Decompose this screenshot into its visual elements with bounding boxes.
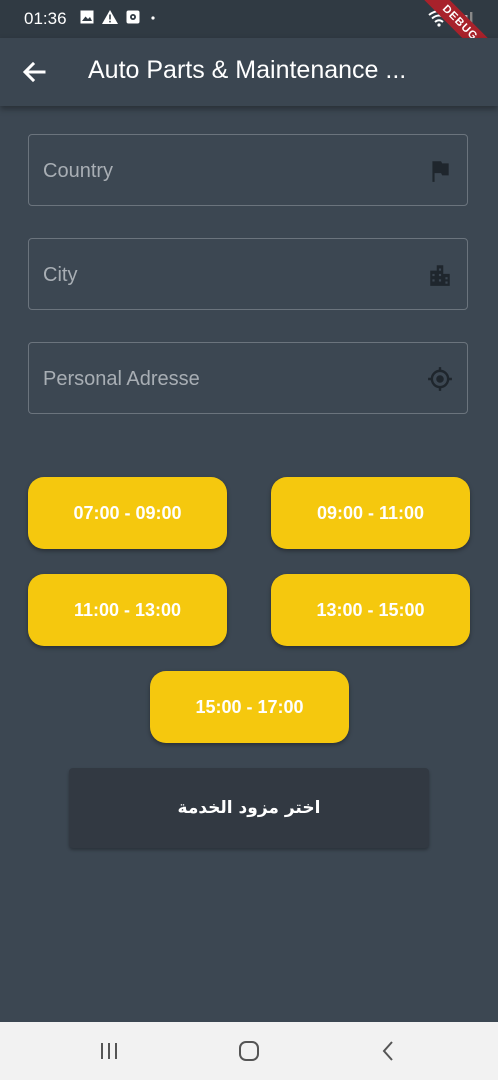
city-field [28, 238, 468, 311]
country-field [28, 134, 468, 207]
time-slot-button[interactable]: 15:00 - 17:00 [150, 671, 349, 743]
system-nav-bar [0, 1022, 498, 1080]
time-slot-button[interactable]: 13:00 - 15:00 [271, 574, 470, 646]
recent-apps-icon[interactable] [94, 1036, 124, 1066]
location-target-icon [428, 367, 452, 391]
time-slot-button[interactable]: 07:00 - 09:00 [28, 477, 227, 549]
home-icon[interactable] [234, 1036, 264, 1066]
status-bar: 01:36 [0, 0, 498, 38]
time-slot-button[interactable]: 09:00 - 11:00 [271, 477, 470, 549]
choose-provider-button[interactable]: اختر مزود الخدمة [69, 768, 429, 848]
back-icon[interactable] [374, 1036, 404, 1066]
warning-icon [102, 10, 118, 24]
time-slot-button[interactable]: 11:00 - 13:00 [28, 574, 227, 646]
status-left-icons [80, 10, 158, 24]
image-icon [80, 10, 94, 24]
arrow-left-icon[interactable] [18, 56, 50, 88]
country-input[interactable] [29, 135, 405, 207]
page-title: Auto Parts & Maintenance ... [88, 56, 407, 84]
address-input[interactable] [29, 343, 405, 415]
address-field [28, 342, 468, 415]
city-input[interactable] [29, 239, 405, 311]
app-bar: Auto Parts & Maintenance ... [0, 38, 498, 106]
city-icon [430, 265, 450, 286]
flag-icon [432, 161, 449, 182]
dot-icon [151, 16, 155, 20]
status-time: 01:36 [24, 9, 67, 28]
notification-icon [126, 10, 140, 24]
